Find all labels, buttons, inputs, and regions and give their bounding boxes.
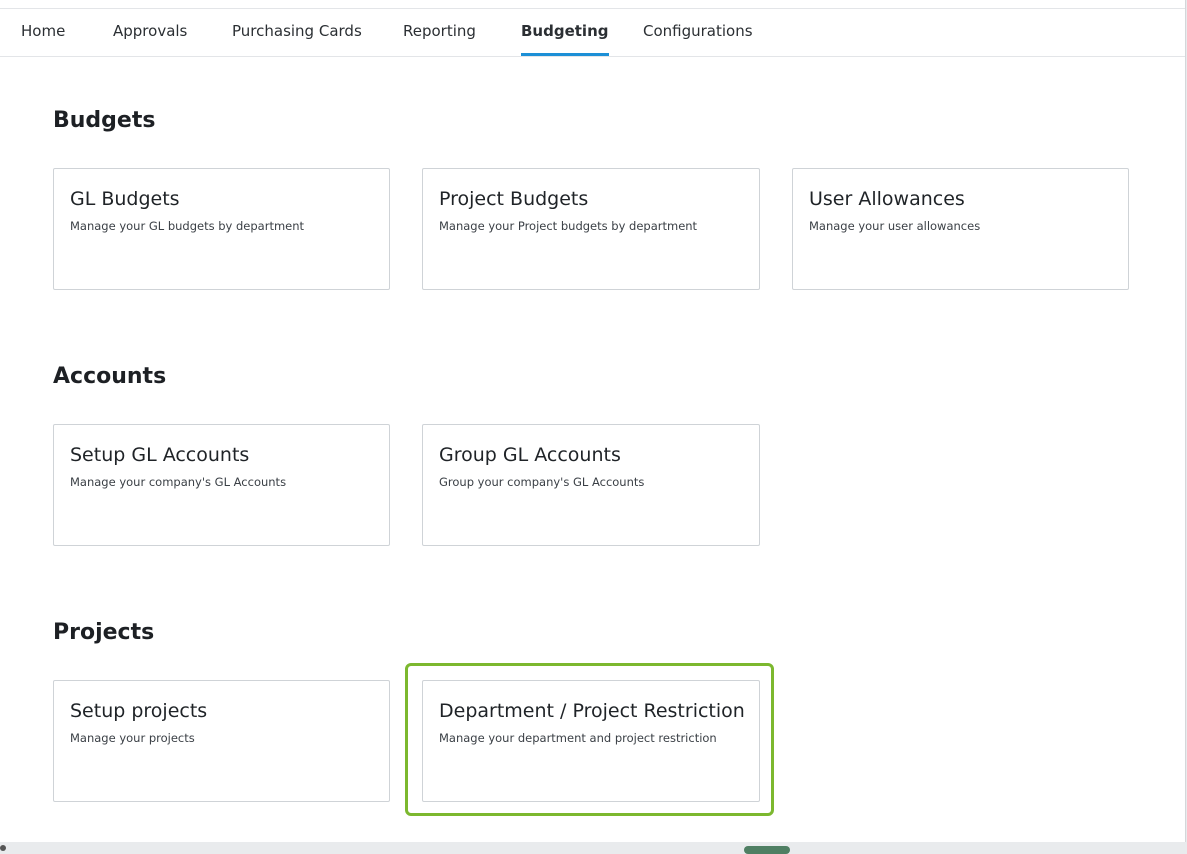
section-title-accounts: Accounts: [53, 364, 167, 389]
nav-tab-approvals[interactable]: Approvals: [113, 9, 187, 56]
taskbar-pill: [744, 846, 790, 854]
taskbar-dot: [0, 845, 6, 851]
card-description: Group your company's GL Accounts: [439, 475, 645, 489]
nav-tab-home[interactable]: Home: [21, 9, 65, 56]
card-description: Manage your company's GL Accounts: [70, 475, 287, 489]
card-project-budgets[interactable]: Project Budgets Manage your Project budg…: [422, 168, 760, 290]
card-title: Group GL Accounts: [439, 444, 621, 466]
top-strip: [0, 0, 1185, 9]
section-title-budgets: Budgets: [53, 108, 156, 133]
card-description: Manage your Project budgets by departmen…: [439, 219, 698, 233]
card-description: Manage your projects: [70, 731, 195, 745]
bottom-taskbar-strip: [0, 842, 1187, 850]
card-title: Department / Project Restriction: [439, 700, 745, 722]
card-description: Manage your user allowances: [809, 219, 981, 233]
nav-tab-configurations[interactable]: Configurations: [643, 9, 753, 56]
card-user-allowances[interactable]: User Allowances Manage your user allowan…: [792, 168, 1129, 290]
card-title: Setup GL Accounts: [70, 444, 250, 466]
card-setup-projects[interactable]: Setup projects Manage your projects: [53, 680, 390, 802]
card-description: Manage your department and project restr…: [439, 731, 717, 745]
card-title: GL Budgets: [70, 188, 180, 210]
card-title: User Allowances: [809, 188, 965, 210]
card-title: Setup projects: [70, 700, 208, 722]
card-title: Project Budgets: [439, 188, 589, 210]
nav-tab-budgeting-label: Budgeting: [521, 22, 609, 40]
card-setup-gl-accounts[interactable]: Setup GL Accounts Manage your company's …: [53, 424, 390, 546]
nav-tab-purchasing-cards[interactable]: Purchasing Cards: [232, 9, 362, 56]
nav-tab-reporting[interactable]: Reporting: [403, 9, 476, 56]
nav-tab-budgeting[interactable]: Budgeting: [521, 9, 609, 56]
active-tab-indicator: [521, 53, 609, 56]
card-gl-budgets[interactable]: GL Budgets Manage your GL budgets by dep…: [53, 168, 390, 290]
app-window: Home Approvals Purchasing Cards Reportin…: [0, 0, 1186, 842]
card-group-gl-accounts[interactable]: Group GL Accounts Group your company's G…: [422, 424, 760, 546]
section-title-projects: Projects: [53, 620, 155, 645]
main-navigation: Home Approvals Purchasing Cards Reportin…: [0, 9, 1185, 57]
card-description: Manage your GL budgets by department: [70, 219, 305, 233]
card-department-project-restriction[interactable]: Department / Project Restriction Manage …: [422, 680, 760, 802]
